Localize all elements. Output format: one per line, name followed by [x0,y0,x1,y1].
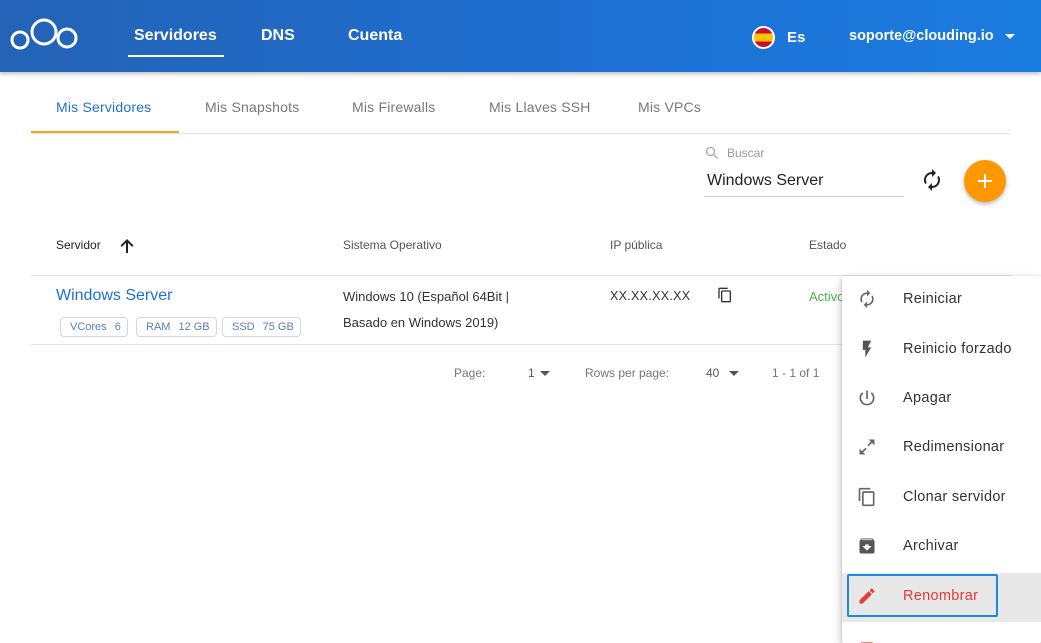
clouding-logo[interactable] [10,17,78,51]
server-name-link[interactable]: Windows Server [56,287,172,305]
archive-icon [859,538,875,554]
pagination-page-select[interactable]: 1 [528,366,535,380]
chip-label: SSD [232,321,255,333]
pagination-page-label: Page: [454,366,486,380]
flash-icon [862,340,872,358]
os-text-line-1: Windows 10 (Español 64Bit | [343,289,509,304]
language-selector[interactable]: Es [752,26,805,49]
pagination-rows-label: Rows per page: [585,366,670,380]
menu-item-label: Renombrar [903,588,979,604]
menu-item-reiniciar[interactable]: Reiniciar [842,276,1041,325]
column-header-sistema-operativo: Sistema Operativo [343,238,442,252]
chevron-down-icon [1004,33,1015,39]
search-icon [705,146,718,159]
menu-item-renombrar[interactable]: Renombrar [842,573,1041,622]
account-menu[interactable]: soporte@clouding.io [849,28,1015,44]
refresh-icon [860,289,874,309]
chip-label: RAM [146,321,171,333]
column-header-estado: Estado [809,238,847,252]
tab-mis-snapshots[interactable]: Mis Snapshots [205,99,299,115]
status-badge: Activo [809,289,845,304]
account-email: soporte@clouding.io [849,28,994,44]
menu-item-apagar[interactable]: Apagar [842,375,1041,424]
server-actions-menu: Reiniciar Reinicio forzado Apagar Redime… [842,276,1041,643]
chip-value: 75 GB [262,321,294,333]
tab-mis-llaves-ssh[interactable]: Mis Llaves SSH [489,99,591,115]
add-server-button[interactable] [964,160,1006,202]
spain-flag-icon [752,26,775,49]
top-app-bar: Servidores DNS Cuenta Es soporte@cloudin… [0,0,1041,72]
menu-icon-partial [860,642,874,643]
resize-arrows-icon [859,439,875,455]
plus-icon [978,174,992,188]
menu-item-clonar-servidor[interactable]: Clonar servidor [842,474,1041,523]
os-text-line-2: Basado en Windows 2019) [343,315,499,330]
active-tab-indicator [31,131,179,133]
chevron-down-icon[interactable] [540,371,550,376]
copy-icon[interactable] [717,287,733,303]
menu-item-label: Redimensionar [903,439,1005,455]
nav-dns[interactable]: DNS [261,27,295,45]
public-ip: XX.XX.XX.XX [610,289,691,303]
chevron-down-icon[interactable] [729,371,739,376]
chip-ssd: SSD 75 GB [222,317,301,337]
pagination-rows-select[interactable]: 40 [706,366,719,380]
tab-mis-firewalls[interactable]: Mis Firewalls [352,99,436,115]
tab-mis-vpcs[interactable]: Mis VPCs [638,99,701,115]
menu-item-partial[interactable] [842,626,1041,643]
column-header-ip-publica: IP pública [610,238,663,252]
copy-icon [858,487,875,507]
power-icon [859,390,875,406]
language-label: Es [787,29,806,46]
nav-cuenta[interactable]: Cuenta [348,27,402,45]
arrow-up-icon[interactable] [117,236,137,256]
menu-item-reinicio-forzado[interactable]: Reinicio forzado [842,326,1041,375]
menu-item-label: Clonar servidor [903,489,1006,505]
chip-ram: RAM 12 GB [136,317,217,337]
chip-value: 12 GB [178,321,210,333]
search-label: Buscar [727,146,765,160]
menu-item-redimensionar[interactable]: Redimensionar [842,424,1041,473]
menu-item-archivar[interactable]: Archivar [842,523,1041,572]
pagination-range: 1 - 1 of 1 [772,366,820,380]
chip-value: 6 [114,321,121,333]
chip-label: VCores [70,321,107,333]
refresh-icon[interactable] [920,168,944,192]
servers-tabs: Mis Servidores Mis Snapshots Mis Firewal… [31,84,1011,134]
nav-servidores[interactable]: Servidores [134,27,217,45]
menu-item-label: Apagar [903,390,952,406]
column-header-servidor[interactable]: Servidor [56,238,101,252]
tab-mis-servidores[interactable]: Mis Servidores [56,99,151,115]
menu-item-label: Reinicio forzado [903,341,1012,357]
nav-active-indicator [128,55,224,57]
menu-item-label: Archivar [903,538,959,554]
pencil-icon [859,588,875,604]
menu-item-label: Reiniciar [903,291,963,307]
search-input[interactable] [704,166,904,197]
chip-vcores: VCores 6 [60,317,128,337]
